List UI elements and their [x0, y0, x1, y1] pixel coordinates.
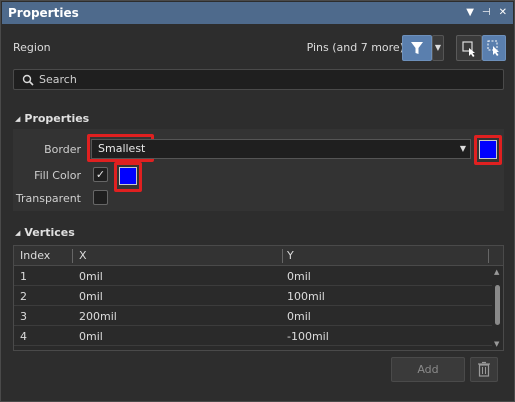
filter-summary-label[interactable]: Pins (and 7 more)	[307, 41, 404, 54]
cell-index: 4	[20, 330, 27, 343]
search-placeholder: Search	[39, 73, 77, 86]
close-icon[interactable]: ✕	[499, 2, 507, 24]
vertices-section-title: Vertices	[24, 226, 75, 239]
cell-index: 1	[20, 270, 27, 283]
column-divider[interactable]	[72, 249, 73, 263]
cell-index: 2	[20, 290, 27, 303]
vertices-table[interactable]: Index X Y 1 0mil 0mil 2 0mil 100mil 3 20…	[13, 245, 504, 351]
panel-title: Properties	[8, 6, 79, 20]
search-input[interactable]: Search	[13, 69, 504, 90]
fill-color-swatch[interactable]	[119, 167, 137, 185]
delete-vertex-button[interactable]	[470, 357, 498, 382]
panel-title-bar[interactable]: Properties ▼ ⊣ ✕	[2, 2, 513, 24]
pin-icon[interactable]: ⊣	[482, 2, 491, 24]
cell-y[interactable]: -100mil	[287, 330, 329, 343]
table-row[interactable]: 2 0mil 100mil	[14, 287, 492, 306]
cell-x[interactable]: 0mil	[79, 290, 103, 303]
vertices-section-header[interactable]: ◢ Vertices	[15, 226, 75, 239]
border-label: Border	[44, 143, 81, 156]
border-width-dropdown[interactable]: Smallest ▼	[91, 139, 471, 159]
object-header: Region Pins (and 7 more) ▼	[13, 34, 506, 62]
panel-menu-icon[interactable]: ▼	[466, 2, 474, 24]
add-vertex-button[interactable]: Add	[391, 357, 465, 382]
select-active-button[interactable]	[482, 35, 506, 61]
table-row[interactable]: 3 200mil 0mil	[14, 307, 492, 326]
scroll-up-icon[interactable]: ▲	[494, 268, 499, 276]
fill-color-checkbox[interactable]: ✓	[93, 167, 108, 182]
scroll-thumb[interactable]	[495, 285, 500, 325]
cell-x[interactable]: 0mil	[79, 330, 103, 343]
cell-y[interactable]: 100mil	[287, 290, 325, 303]
transparent-checkbox[interactable]	[93, 190, 108, 205]
table-header: Index X Y	[14, 246, 503, 266]
cell-y[interactable]: 0mil	[287, 270, 311, 283]
table-scrollbar[interactable]: ▲ ▼	[492, 266, 503, 350]
properties-panel: Properties ▼ ⊣ ✕ Region Pins (and 7 more…	[0, 0, 515, 402]
filter-icon	[411, 42, 423, 54]
column-header-index[interactable]: Index	[20, 249, 50, 262]
filter-dropdown-arrow[interactable]: ▼	[432, 35, 444, 61]
table-row[interactable]: 4 0mil -100mil	[14, 327, 492, 346]
column-header-x[interactable]: X	[79, 249, 87, 262]
object-type-label: Region	[13, 41, 51, 54]
table-row[interactable]: 1 0mil 0mil	[14, 267, 492, 286]
collapse-triangle-icon: ◢	[15, 115, 21, 123]
column-divider[interactable]	[488, 249, 489, 263]
filter-button[interactable]	[402, 35, 432, 61]
cell-index: 3	[20, 310, 27, 323]
cell-y[interactable]: 0mil	[287, 310, 311, 323]
cell-x[interactable]: 200mil	[79, 310, 117, 323]
trash-icon	[478, 361, 490, 377]
collapse-triangle-icon: ◢	[15, 229, 21, 237]
border-width-value: Smallest	[98, 142, 146, 155]
chevron-down-icon: ▼	[459, 144, 466, 153]
border-color-swatch[interactable]	[479, 140, 497, 159]
fill-color-label: Fill Color	[34, 169, 81, 182]
transparent-label: Transparent	[15, 192, 81, 205]
pointer-select-icon	[487, 40, 499, 56]
select-object-icon	[462, 41, 475, 57]
select-mask-button[interactable]	[456, 35, 482, 61]
scroll-down-icon[interactable]: ▼	[494, 340, 499, 348]
column-divider[interactable]	[282, 249, 283, 263]
search-icon	[22, 74, 34, 86]
properties-section-title: Properties	[24, 112, 90, 125]
column-header-y[interactable]: Y	[287, 249, 294, 262]
title-controls: ▼ ⊣ ✕	[466, 2, 507, 24]
properties-section-header[interactable]: ◢ Properties	[15, 112, 89, 125]
cell-x[interactable]: 0mil	[79, 270, 103, 283]
